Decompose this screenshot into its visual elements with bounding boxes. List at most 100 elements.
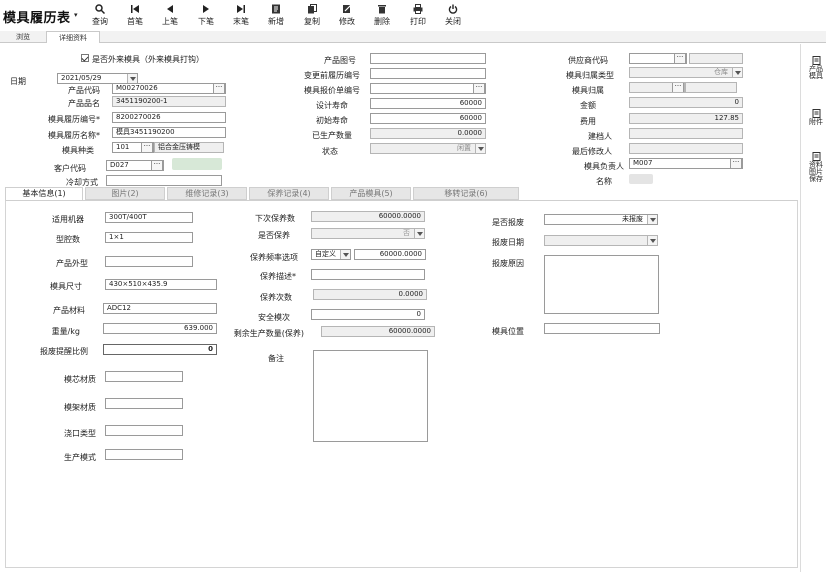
supplier-code-field[interactable]: ··· bbox=[629, 53, 687, 64]
lookup-icon[interactable]: ··· bbox=[672, 83, 684, 92]
last-button[interactable]: 末笔 bbox=[226, 3, 256, 27]
tab-browse[interactable]: 浏览 bbox=[2, 31, 44, 43]
scrapped-label: 是否报废 bbox=[492, 218, 524, 227]
initial-life-label: 初始寿命 bbox=[316, 116, 348, 125]
prod-mode-field[interactable] bbox=[105, 449, 183, 460]
gate-type-field[interactable] bbox=[105, 425, 183, 436]
maint-desc-field[interactable] bbox=[311, 269, 425, 280]
next-icon bbox=[203, 5, 209, 13]
tab-maintenance-records[interactable]: 保养记录(4) bbox=[249, 187, 329, 200]
query-button[interactable]: 查询 bbox=[85, 3, 115, 27]
first-icon bbox=[131, 5, 139, 13]
owner-label: 模具归属 bbox=[572, 86, 604, 95]
weight-field[interactable]: 639.000 bbox=[103, 323, 217, 334]
scrap-reason-textarea[interactable] bbox=[544, 255, 659, 314]
first-button[interactable]: 首笔 bbox=[120, 3, 150, 27]
safety-stock-field[interactable]: 0 bbox=[311, 309, 425, 320]
attachment-icon bbox=[812, 109, 820, 118]
customer-code-field[interactable]: D027 ··· bbox=[106, 160, 164, 171]
next-button[interactable]: 下笔 bbox=[191, 3, 221, 27]
change-prev-no-field[interactable] bbox=[370, 68, 486, 79]
cavity-field[interactable]: 1×1 bbox=[105, 232, 193, 243]
drawing-no-field[interactable] bbox=[370, 53, 486, 64]
lookup-icon[interactable]: ··· bbox=[213, 84, 225, 93]
tab-transfer-records[interactable]: 移转记录(6) bbox=[413, 187, 519, 200]
chevron-down-icon[interactable] bbox=[127, 74, 137, 83]
product-code-field[interactable]: M00270026 ··· bbox=[112, 83, 226, 94]
frame-material-field[interactable] bbox=[105, 398, 183, 409]
tab-basic-info[interactable]: 基本信息(1) bbox=[5, 187, 83, 200]
right-side-panel: 产品模具 附件 资料图片保存 bbox=[800, 44, 826, 572]
last-modifier-label: 最后修改人 bbox=[572, 147, 612, 156]
cooling-field[interactable] bbox=[106, 175, 222, 186]
frame-material-label: 模架材质 bbox=[64, 403, 96, 412]
scrap-date-field[interactable] bbox=[544, 235, 658, 246]
image-save-side-button[interactable]: 资料图片保存 bbox=[807, 152, 825, 183]
tab-detail[interactable]: 详细资料 bbox=[46, 31, 100, 43]
category-select: 仓库 bbox=[629, 67, 743, 78]
cost-field: 127.85 bbox=[629, 113, 743, 124]
new-button[interactable]: 新增 bbox=[261, 3, 291, 27]
freq-option-select[interactable]: 自定义 bbox=[311, 249, 351, 260]
machine-field[interactable]: 300T/400T bbox=[105, 212, 193, 223]
attachment-side-button[interactable]: 附件 bbox=[807, 109, 825, 126]
shape-field[interactable] bbox=[105, 256, 193, 267]
close-button[interactable]: 关闭 bbox=[438, 3, 468, 27]
mold-no-field[interactable]: 8200270026 bbox=[112, 112, 226, 123]
design-life-field[interactable]: 60000 bbox=[370, 98, 486, 109]
tab-repair-records[interactable]: 维修记录(3) bbox=[167, 187, 247, 200]
scrap-ratio-field[interactable]: 0 bbox=[103, 344, 217, 355]
quote-no-label: 模具报价单编号 bbox=[304, 86, 360, 95]
next-maint-field: 60000.0000 bbox=[311, 211, 425, 222]
external-mold-checkbox[interactable] bbox=[81, 54, 89, 62]
print-button[interactable]: 打印 bbox=[403, 3, 433, 27]
chevron-down-icon[interactable] bbox=[340, 250, 350, 259]
remain-field: 60000.0000 bbox=[321, 326, 435, 337]
product-name-label: 产品品名 bbox=[68, 99, 100, 108]
tab-images[interactable]: 图片(2) bbox=[85, 187, 165, 200]
manager-field[interactable]: M007 ··· bbox=[629, 158, 743, 169]
chevron-down-icon[interactable] bbox=[647, 215, 657, 224]
prev-button[interactable]: 上笔 bbox=[155, 3, 185, 27]
scrapped-value: 未报废 bbox=[622, 215, 643, 223]
note-textarea[interactable] bbox=[313, 350, 428, 442]
owner-code-field: ··· bbox=[629, 82, 685, 93]
core-material-field[interactable] bbox=[105, 371, 183, 382]
product-mold-side-label: 产品模具 bbox=[809, 65, 823, 80]
mold-type-code-field[interactable]: 101 ··· bbox=[112, 142, 154, 153]
safety-stock-label: 安全模次 bbox=[258, 313, 290, 322]
chevron-down-icon[interactable]: ▾ bbox=[74, 11, 78, 19]
lookup-icon[interactable]: ··· bbox=[473, 84, 485, 93]
initial-life-field[interactable]: 60000 bbox=[370, 113, 486, 124]
amount-label: 金额 bbox=[580, 101, 596, 110]
owner-name-field bbox=[685, 82, 737, 93]
lookup-icon[interactable]: ··· bbox=[151, 161, 163, 170]
lookup-icon[interactable]: ··· bbox=[730, 159, 742, 168]
mold-name-field[interactable]: 模具3451190200 bbox=[112, 127, 226, 138]
copy-label: 复制 bbox=[304, 17, 320, 26]
delete-button[interactable]: 删除 bbox=[367, 3, 397, 27]
mold-no-label: 模具履历编号* bbox=[48, 115, 100, 124]
lookup-icon[interactable]: ··· bbox=[674, 54, 686, 63]
quote-no-field[interactable]: ··· bbox=[370, 83, 486, 94]
printer-icon bbox=[413, 4, 423, 14]
edit-button[interactable]: 修改 bbox=[332, 3, 362, 27]
product-mold-side-button[interactable]: 产品模具 bbox=[807, 56, 825, 80]
next-maint-label: 下次保养数 bbox=[255, 214, 295, 223]
material-field[interactable]: ADC12 bbox=[103, 303, 217, 314]
mold-name-label: 模具履历名称* bbox=[48, 131, 100, 140]
scrapped-select[interactable]: 未报废 bbox=[544, 214, 658, 225]
tab-product-molds[interactable]: 产品模具(5) bbox=[331, 187, 411, 200]
location-label: 模具位置 bbox=[492, 327, 524, 336]
copy-button[interactable]: 复制 bbox=[297, 3, 327, 27]
image-save-side-label: 资料图片保存 bbox=[809, 161, 823, 183]
freq-value-field[interactable]: 60000.0000 bbox=[354, 249, 426, 260]
location-field[interactable] bbox=[544, 323, 660, 334]
mold-type-label: 模具种类 bbox=[62, 146, 94, 155]
product-name-field: 3451190200-1 bbox=[112, 96, 226, 107]
lookup-icon[interactable]: ··· bbox=[141, 143, 153, 152]
product-code-label: 产品代码 bbox=[68, 86, 100, 95]
chevron-down-icon[interactable] bbox=[647, 236, 657, 245]
size-field[interactable]: 430×510×435.9 bbox=[105, 279, 217, 290]
mold-type-name-field: 铝合金压铸模 bbox=[154, 142, 224, 153]
